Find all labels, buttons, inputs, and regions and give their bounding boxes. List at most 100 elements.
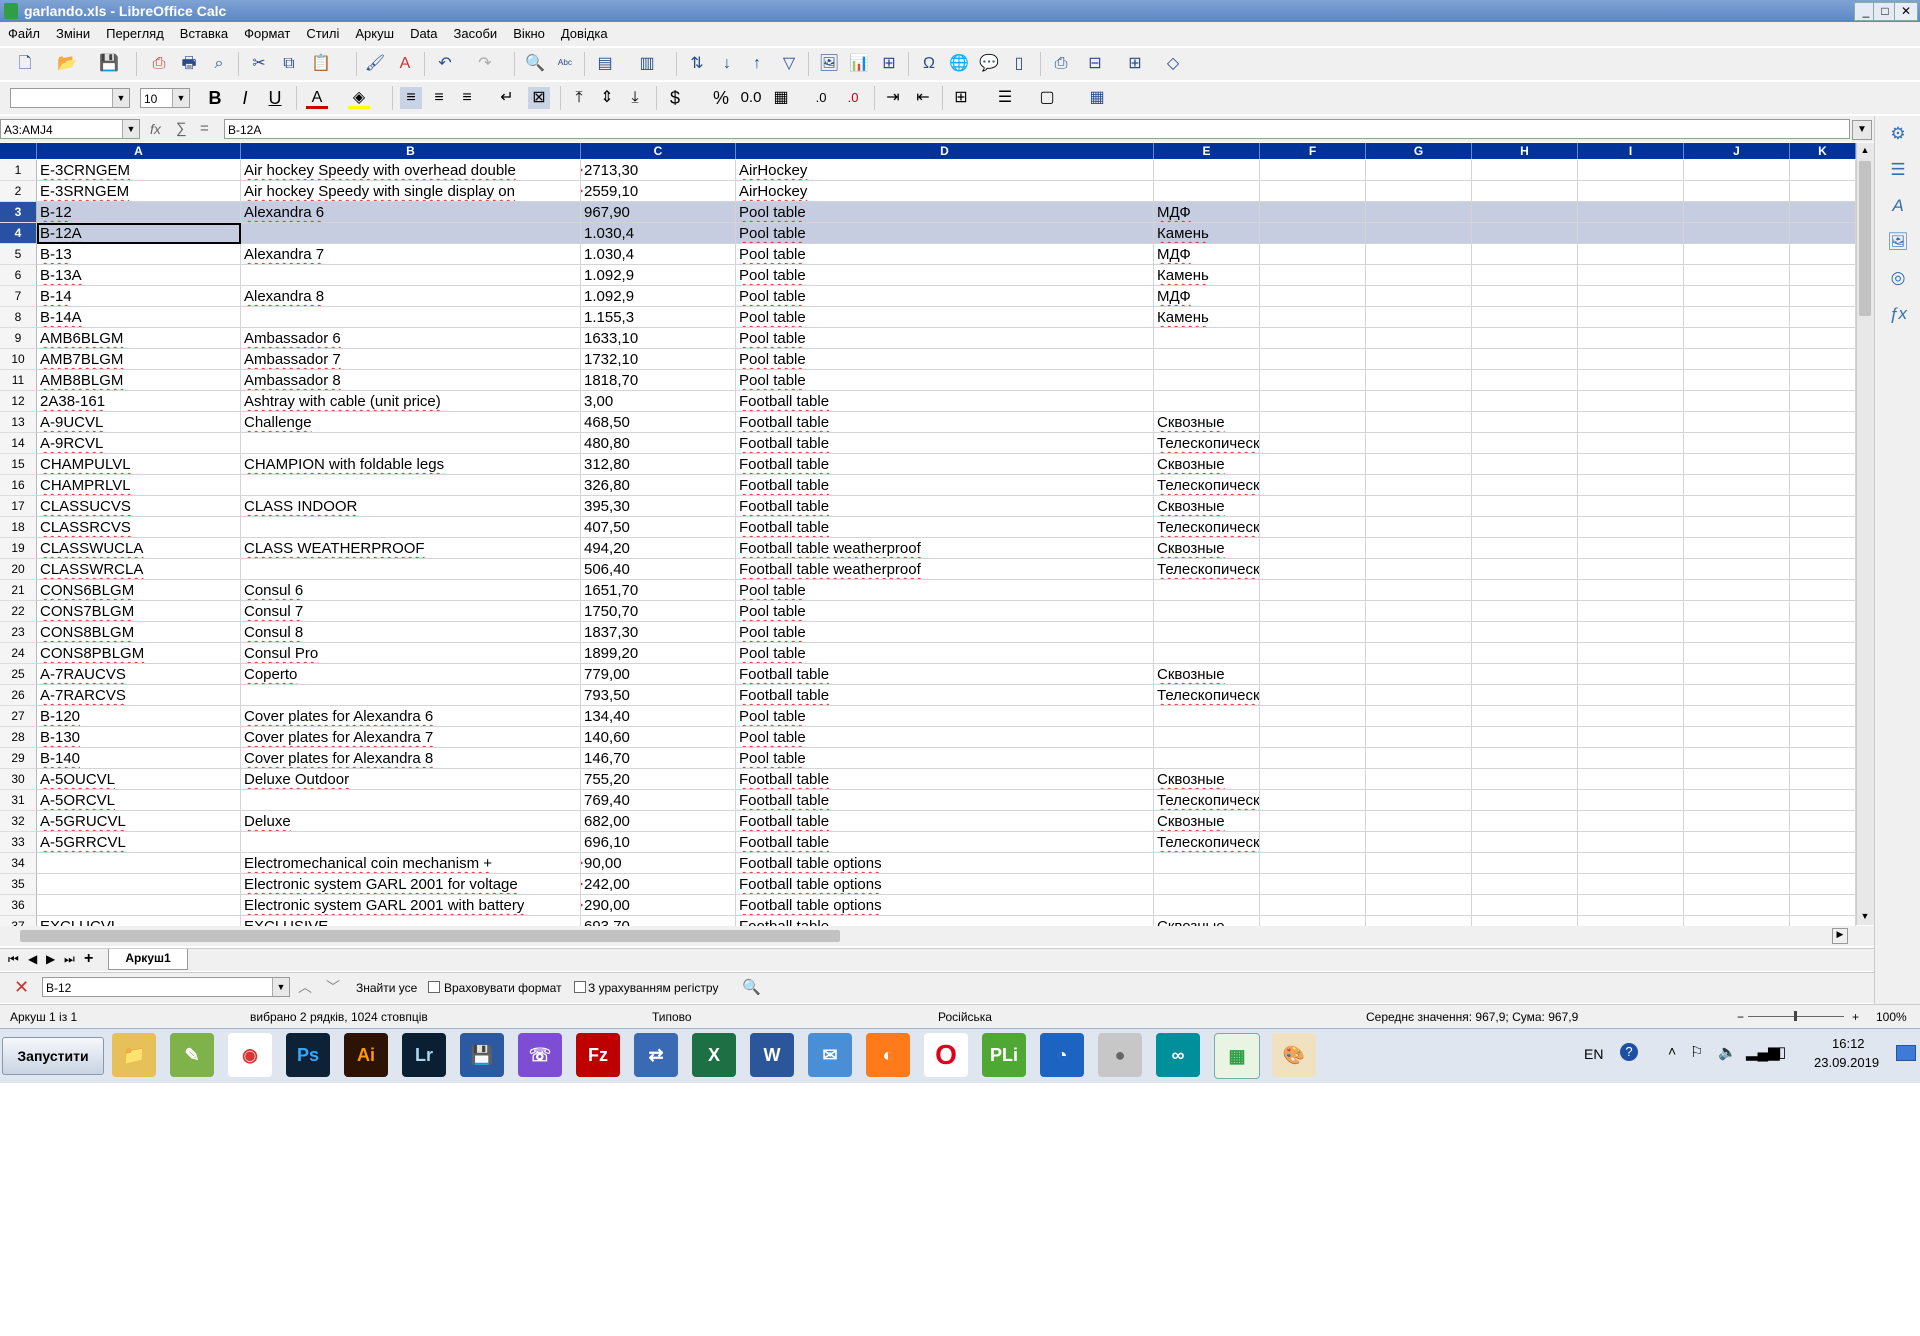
cell-b[interactable]: Ambassador 8 [241,370,581,391]
cell-empty[interactable] [1472,181,1578,202]
cell-empty[interactable] [1472,895,1578,916]
cell-d[interactable]: Football table [736,412,1154,433]
cell-empty[interactable] [1790,286,1856,307]
chevron-down-icon[interactable]: ▼ [172,89,189,107]
cell-empty[interactable] [1578,433,1684,454]
cell-empty[interactable] [1366,286,1472,307]
cell-empty[interactable] [1790,706,1856,727]
cell-empty[interactable] [1684,349,1790,370]
cell-empty[interactable] [1260,727,1366,748]
undo-icon[interactable]: ↶ [434,53,456,75]
cell-e[interactable]: МДФ [1154,244,1260,265]
cell-c[interactable]: 290,00 [581,895,736,916]
cell-empty[interactable] [1366,265,1472,286]
cell-empty[interactable] [1790,538,1856,559]
cell-empty[interactable] [1472,664,1578,685]
cell-e[interactable] [1154,391,1260,412]
freeze-rows-columns-icon[interactable]: ⊟ [1084,53,1106,75]
row-header[interactable]: 14 [0,433,37,454]
clock-time[interactable]: 16:12 [1832,1036,1865,1051]
show-desktop-icon[interactable] [1896,1045,1916,1061]
cell-empty[interactable] [1578,748,1684,769]
cell-empty[interactable] [1366,832,1472,853]
cell-empty[interactable] [1790,895,1856,916]
cell-e[interactable]: Телескопические [1154,685,1260,706]
cell-empty[interactable] [1790,874,1856,895]
cell-c[interactable]: 312,80 [581,454,736,475]
cell-empty[interactable] [1578,454,1684,475]
language[interactable]: Російська [938,1010,992,1024]
cell-b[interactable]: Alexandra 8 [241,286,581,307]
cell-e[interactable]: Телескопические [1154,832,1260,853]
cell-empty[interactable] [1260,622,1366,643]
cell-empty[interactable] [1684,244,1790,265]
sort-icon[interactable]: ⇅ [686,53,708,75]
cell-empty[interactable] [1472,727,1578,748]
cell-empty[interactable] [1366,769,1472,790]
cell-e[interactable]: Телескопические [1154,790,1260,811]
cell-empty[interactable] [1366,895,1472,916]
cell-empty[interactable] [1260,370,1366,391]
cell-c[interactable]: 494,20 [581,538,736,559]
cell-empty[interactable] [1472,748,1578,769]
cell-e[interactable]: Сквозные [1154,454,1260,475]
menu-insert[interactable]: Вставка [172,22,236,46]
cell-empty[interactable] [1366,160,1472,181]
cell-empty[interactable] [1472,811,1578,832]
menu-tools[interactable]: Засоби [446,22,506,46]
cell-d[interactable]: Pool table [736,328,1154,349]
cell-empty[interactable] [1472,790,1578,811]
cell-d[interactable]: Pool table [736,706,1154,727]
cell-empty[interactable] [1472,328,1578,349]
cell-empty[interactable] [1260,454,1366,475]
cell-b[interactable]: Alexandra 6 [241,202,581,223]
cell-empty[interactable] [1684,853,1790,874]
app-circle-icon[interactable]: ◔ [1040,1033,1084,1077]
cell-b[interactable]: Consul 8 [241,622,581,643]
cell-e[interactable] [1154,748,1260,769]
cell-c[interactable]: 2713,30 [581,160,736,181]
cell-empty[interactable] [1578,706,1684,727]
cell-e[interactable]: Камень [1154,223,1260,244]
row-header[interactable]: 12 [0,391,37,412]
cell-empty[interactable] [1684,286,1790,307]
cell-b[interactable]: Coperto [241,664,581,685]
cell-d[interactable]: Pool table [736,202,1154,223]
print-icon[interactable]: 🖶 [178,53,200,75]
cell-empty[interactable] [1578,286,1684,307]
cell-empty[interactable] [1260,580,1366,601]
cell-empty[interactable] [1472,517,1578,538]
comment-icon[interactable]: 💬 [978,53,1000,75]
chevron-down-icon[interactable]: ▼ [272,978,289,996]
cell-empty[interactable] [1578,685,1684,706]
cell-empty[interactable] [1790,769,1856,790]
cell-empty[interactable] [1684,601,1790,622]
menu-view[interactable]: Перегляд [98,22,172,46]
cell-empty[interactable] [1472,538,1578,559]
cell-empty[interactable] [1790,202,1856,223]
cell-empty[interactable] [1260,517,1366,538]
cell-empty[interactable] [1790,685,1856,706]
cell-empty[interactable] [1366,202,1472,223]
cell-empty[interactable] [1578,391,1684,412]
cell-empty[interactable] [1472,370,1578,391]
cell-e[interactable] [1154,370,1260,391]
floppy-icon[interactable]: 💾 [460,1033,504,1077]
cell-empty[interactable] [1260,244,1366,265]
row-header[interactable]: 26 [0,685,37,706]
cell-empty[interactable] [1578,328,1684,349]
sheet-tab-1[interactable]: Аркуш1 [108,949,188,970]
cell-a[interactable]: A-5GRUCVL [37,811,241,832]
cell-d[interactable]: Football table [736,811,1154,832]
cell-empty[interactable] [1790,349,1856,370]
cell-d[interactable]: Pool table [736,349,1154,370]
cell-e[interactable] [1154,160,1260,181]
cell-d[interactable]: Football table [736,769,1154,790]
cell-empty[interactable] [1366,391,1472,412]
cell-empty[interactable] [1472,202,1578,223]
cell-c[interactable]: 1.155,3 [581,307,736,328]
align-right-icon[interactable]: ≡ [456,87,478,109]
cell-a[interactable] [37,895,241,916]
network-icon[interactable]: ⇄ [634,1033,678,1077]
cell-empty[interactable] [1472,412,1578,433]
